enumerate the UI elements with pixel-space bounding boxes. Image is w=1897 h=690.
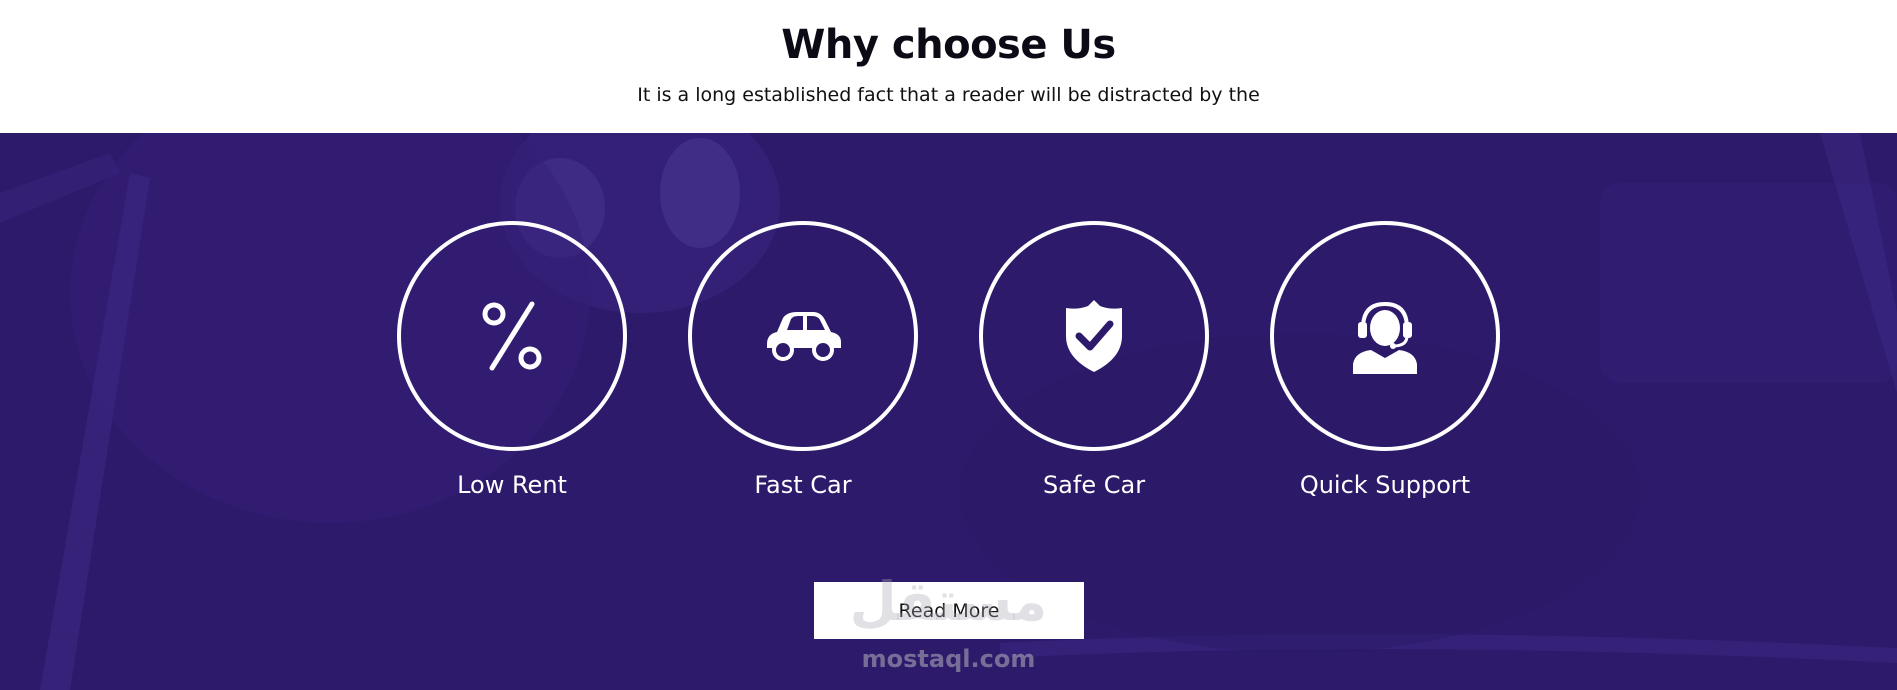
feature-label: Quick Support	[1299, 471, 1471, 499]
feature-label: Fast Car	[754, 471, 852, 499]
feature-low-rent: Low Rent	[392, 221, 632, 499]
features-band: Low Rent Fast Car Safe Car Quick Support…	[0, 133, 1897, 690]
section-title: Why choose Us	[781, 22, 1116, 68]
car-icon	[767, 312, 841, 361]
read-more-button[interactable]: Read More	[814, 582, 1084, 639]
feature-circle	[1270, 221, 1500, 451]
percent-icon	[482, 301, 542, 371]
feature-circle	[979, 221, 1209, 451]
support-agent-icon	[1353, 301, 1417, 374]
feature-quick-support: Quick Support	[1265, 221, 1505, 499]
feature-fast-car: Fast Car	[683, 221, 923, 499]
feature-label: Low Rent	[457, 471, 567, 499]
feature-label: Safe Car	[1042, 471, 1146, 499]
feature-circle	[397, 221, 627, 451]
shield-check-icon	[1066, 300, 1122, 372]
feature-circle	[688, 221, 918, 451]
feature-safe-car: Safe Car	[974, 221, 1214, 499]
section-subtitle: It is a long established fact that a rea…	[637, 84, 1260, 106]
section-header: Why choose Us It is a long established f…	[0, 0, 1897, 133]
watermark-text: mostaql.com	[861, 645, 1036, 673]
